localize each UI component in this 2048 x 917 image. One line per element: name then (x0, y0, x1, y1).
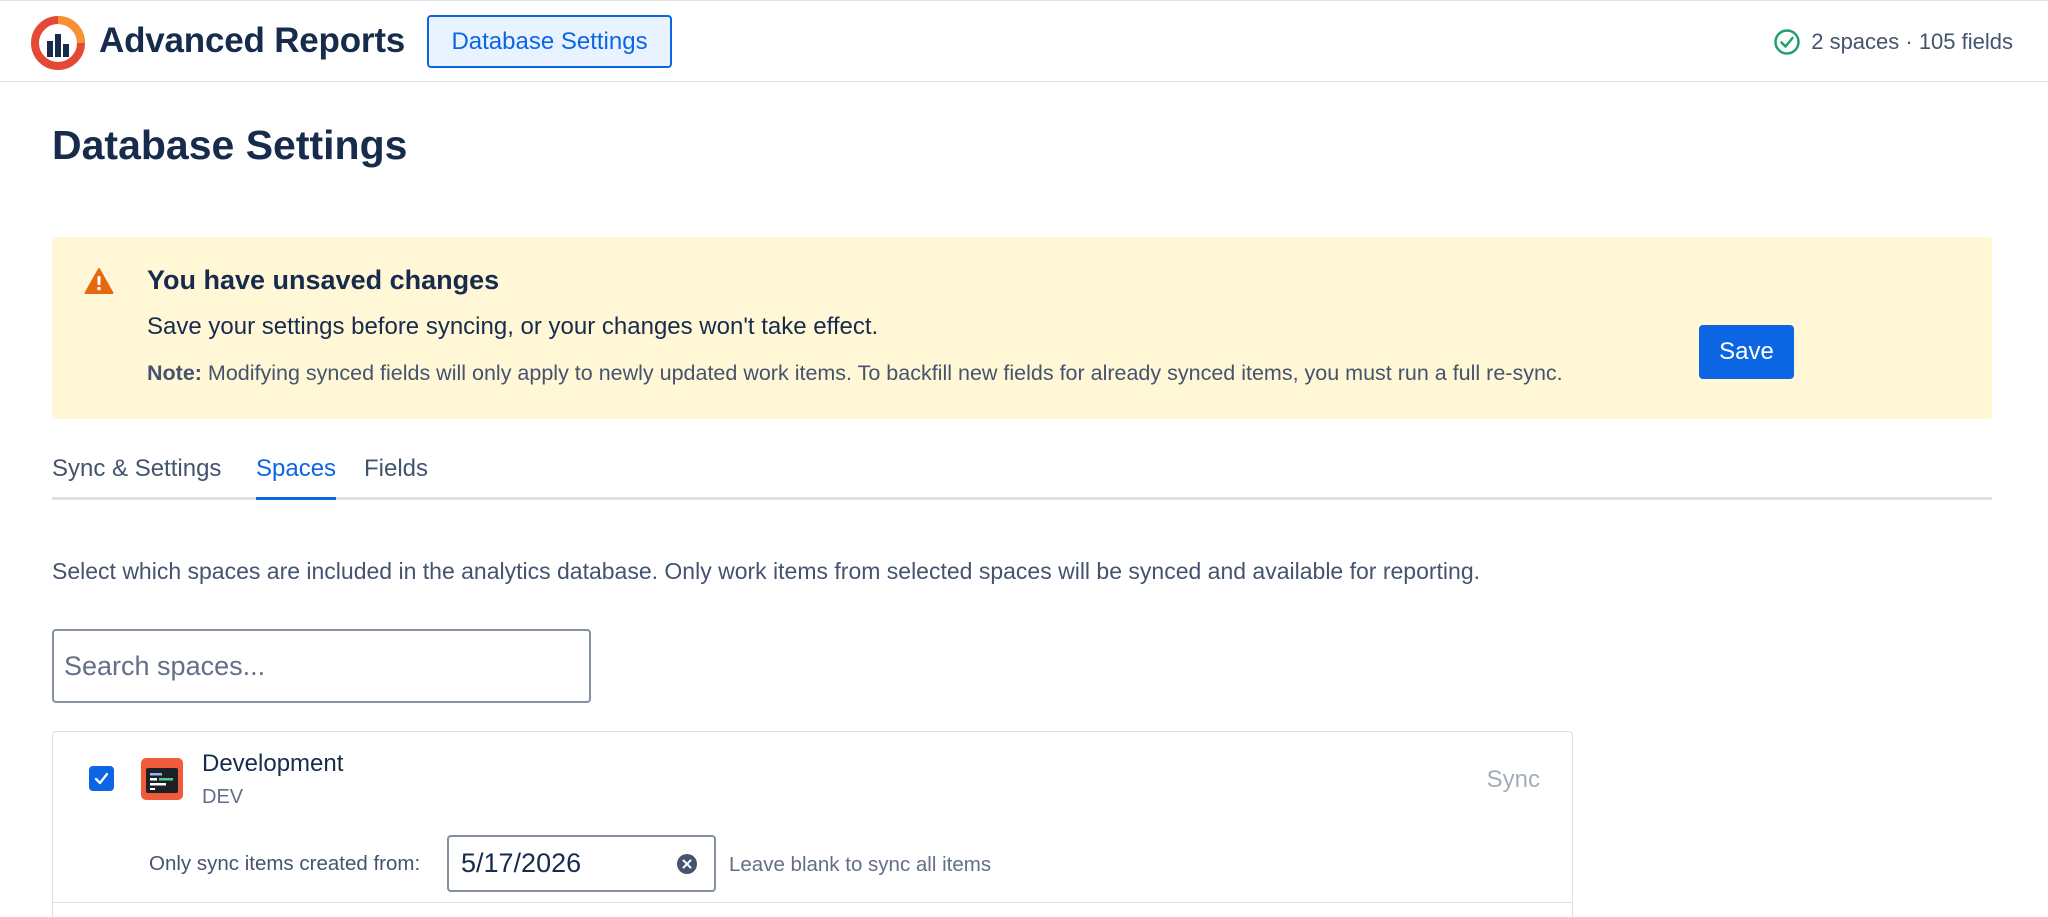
database-settings-nav-button[interactable]: Database Settings (427, 15, 672, 68)
tab-fields[interactable]: Fields (364, 455, 428, 500)
card-divider (53, 902, 1572, 903)
warning-icon (84, 268, 114, 294)
sync-button[interactable]: Sync (1487, 766, 1540, 794)
tab-sync-settings[interactable]: Sync & Settings (52, 455, 221, 500)
space-key: DEV (202, 786, 244, 808)
search-spaces-input[interactable] (52, 629, 591, 703)
page-title: Database Settings (52, 122, 408, 168)
banner-title: You have unsaved changes (147, 265, 500, 295)
space-checkbox[interactable] (89, 766, 114, 791)
app-title: Advanced Reports (99, 21, 406, 60)
clear-icon[interactable] (676, 853, 698, 875)
banner-note: Note: Modifying synced fields will only … (147, 361, 1563, 386)
save-button[interactable]: Save (1699, 325, 1794, 379)
space-card: Development DEV Sync Only sync items cre… (52, 731, 1573, 917)
top-bar: Advanced Reports Database Settings 2 spa… (0, 0, 2048, 82)
space-avatar-icon (141, 758, 183, 800)
settings-tabs: Sync & Settings Spaces Fields (52, 455, 1992, 500)
unsaved-changes-banner: You have unsaved changes Save your setti… (52, 237, 1992, 419)
tab-spaces[interactable]: Spaces (256, 455, 337, 500)
sync-status: 2 spaces · 105 fields (1773, 25, 2013, 59)
note-text: Modifying synced fields will only apply … (207, 361, 1563, 385)
status-text: 2 spaces · 105 fields (1811, 29, 2013, 54)
app-logo-icon (31, 16, 85, 70)
space-name: Development (202, 750, 344, 777)
date-filter-label: Only sync items created from: (149, 852, 421, 875)
spaces-description: Select which spaces are included in the … (52, 558, 1481, 584)
banner-text: Save your settings before syncing, or yo… (147, 313, 879, 340)
checkmark-icon (94, 772, 109, 785)
date-hint: Leave blank to sync all items (729, 853, 992, 876)
check-circle-icon (1774, 29, 1800, 55)
note-label: Note: (147, 361, 202, 385)
